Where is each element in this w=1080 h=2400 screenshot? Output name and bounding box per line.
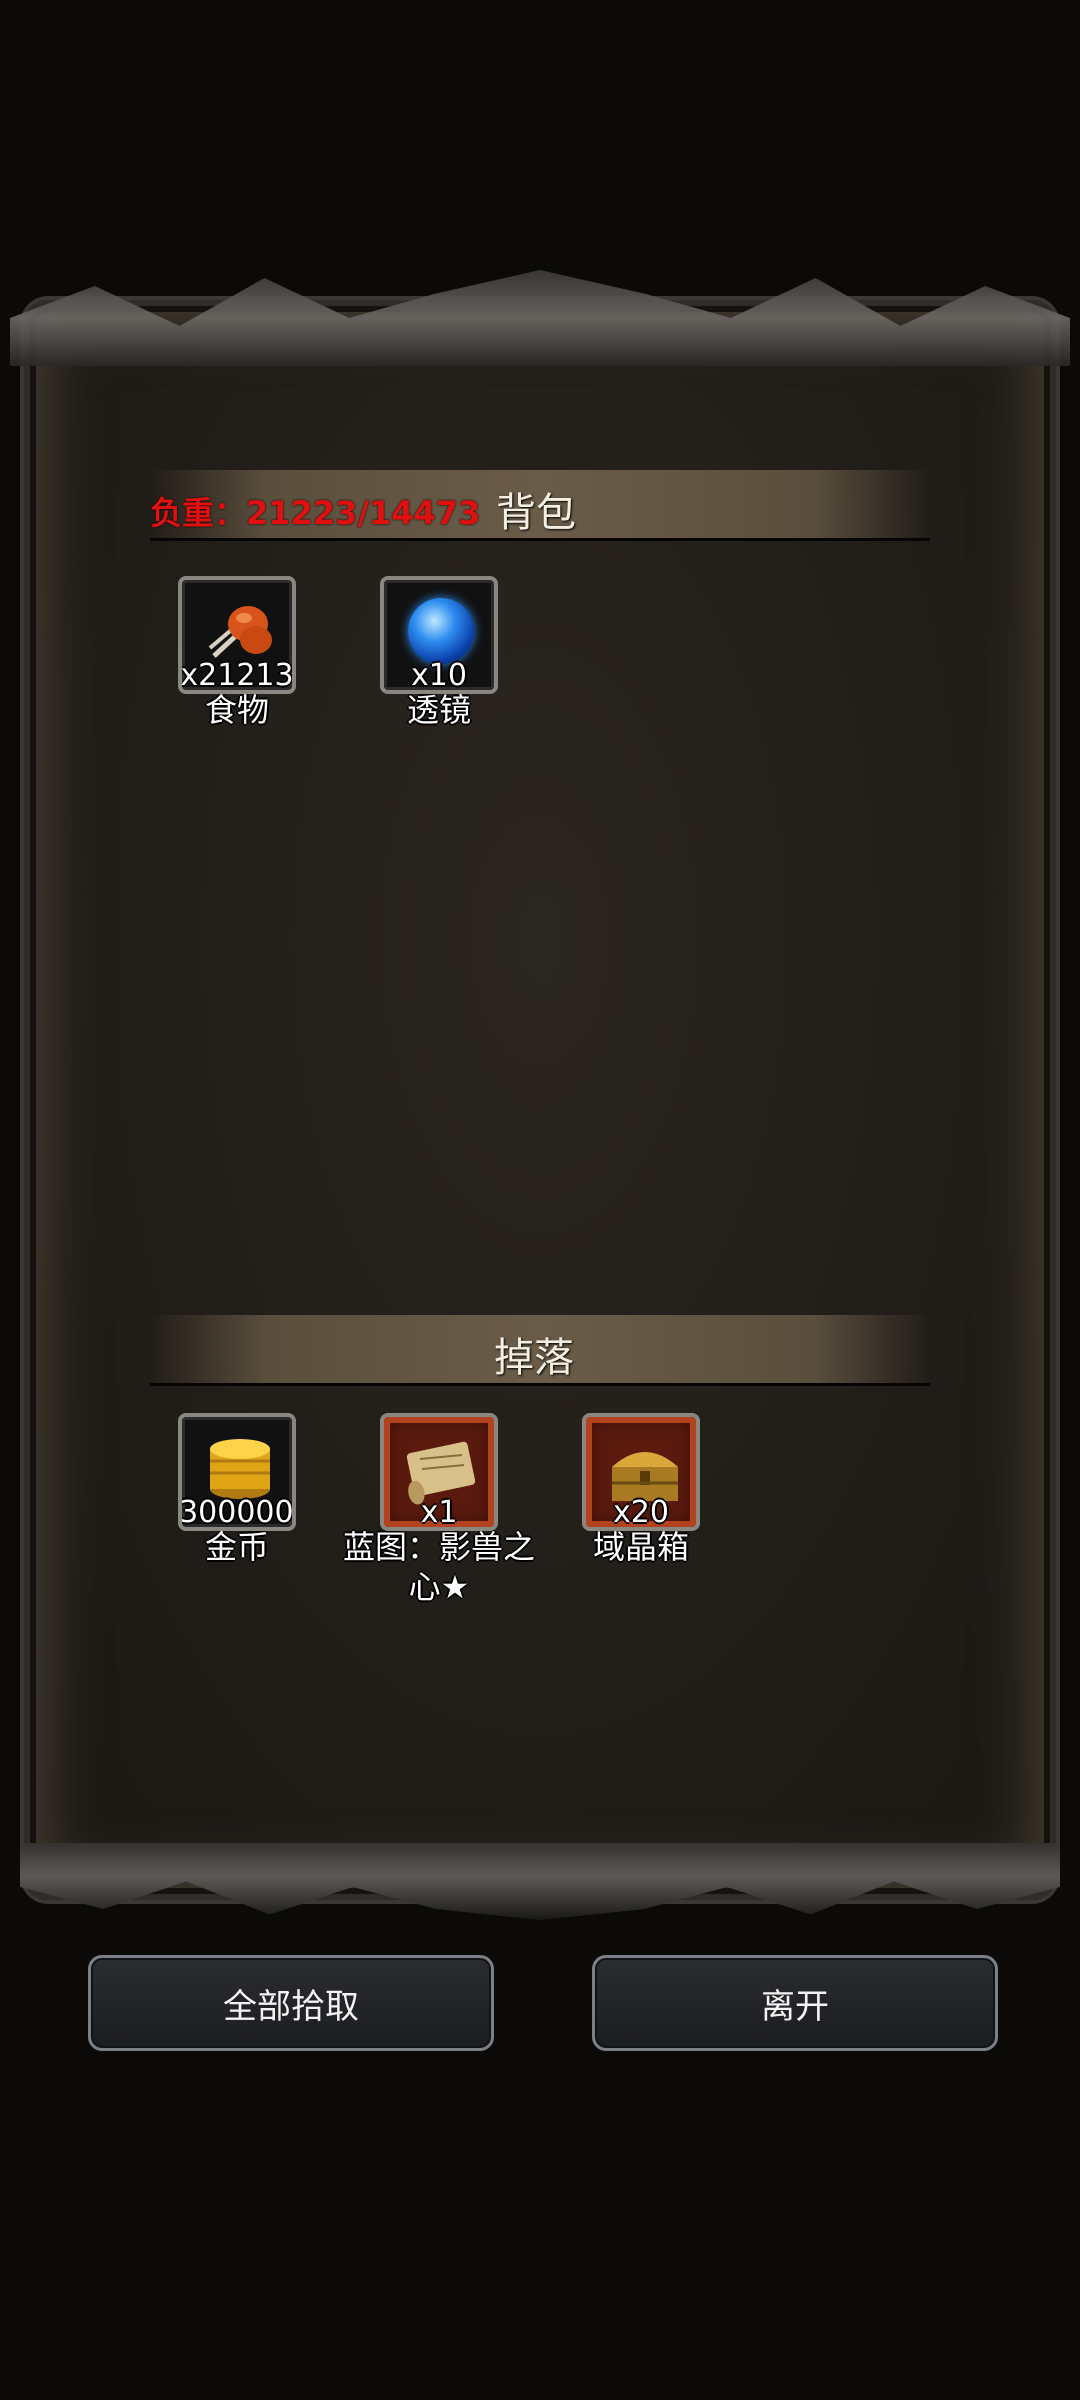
weight-indicator: 负重：21223/14473: [150, 494, 481, 532]
item-quantity: x21213: [180, 658, 294, 693]
bag-item-lens[interactable]: x10 透镜: [377, 576, 501, 730]
item-name: 金币: [204, 1528, 269, 1566]
leave-button[interactable]: 离开: [592, 1955, 998, 2051]
item-name: 透镜: [406, 691, 471, 729]
bag-item-food[interactable]: x21213 食物: [175, 576, 299, 730]
drop-item-crystal-chest[interactable]: x20 域晶箱: [579, 1413, 703, 1567]
item-quantity: x10: [411, 658, 467, 693]
item-slot[interactable]: x10: [380, 576, 498, 694]
item-name: 域晶箱: [592, 1528, 689, 1566]
item-slot[interactable]: x20: [582, 1413, 700, 1531]
item-quantity: x20: [613, 1495, 669, 1530]
item-quantity: x1: [420, 1495, 458, 1530]
lens-icon: [408, 598, 474, 664]
gold-coins-icon: [210, 1439, 270, 1499]
item-slot[interactable]: x21213: [178, 576, 296, 694]
drops-title: 掉落: [494, 1335, 574, 1381]
food-icon: [208, 606, 272, 658]
bag-title: 背包: [496, 490, 576, 536]
pick-all-button[interactable]: 全部拾取: [88, 1955, 494, 2051]
item-slot[interactable]: x1: [380, 1413, 498, 1531]
item-slot[interactable]: x3000000: [178, 1413, 296, 1531]
drop-item-gold[interactable]: x3000000 金币: [175, 1413, 299, 1567]
item-name: 蓝图：影兽之心★: [342, 1528, 535, 1606]
item-quantity: x3000000: [179, 1495, 294, 1530]
item-name: 食物: [204, 691, 269, 729]
drop-item-blueprint[interactable]: x1 蓝图：影兽之心★: [343, 1413, 535, 1607]
